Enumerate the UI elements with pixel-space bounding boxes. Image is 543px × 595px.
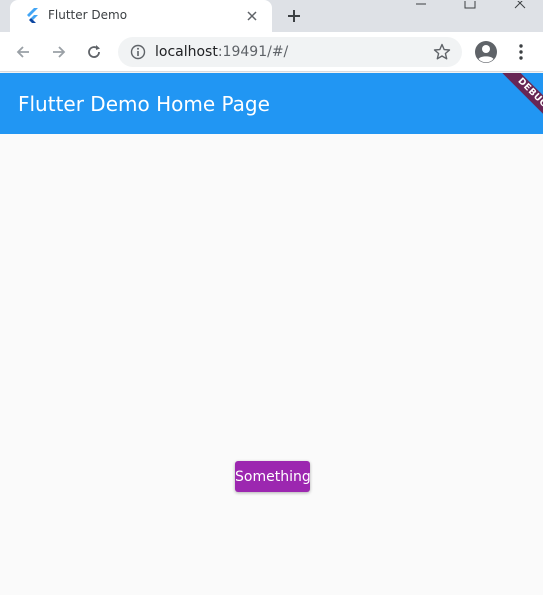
url-text[interactable]: localhost:19491/#/	[155, 44, 288, 60]
star-icon[interactable]	[432, 42, 452, 62]
browser-tabstrip: Flutter Demo	[0, 0, 543, 32]
plus-icon[interactable]	[282, 4, 306, 28]
page-title: Flutter Demo Home Page	[18, 92, 270, 116]
browser-toolbar: localhost:19491/#/	[0, 32, 543, 72]
arrow-right-icon[interactable]	[47, 40, 71, 64]
more-vert-icon[interactable]	[509, 40, 533, 64]
browser-tab[interactable]: Flutter Demo	[10, 0, 272, 32]
app-body	[0, 134, 543, 595]
something-button[interactable]: Something	[235, 461, 311, 492]
address-bar[interactable]: localhost:19491/#/	[118, 37, 462, 67]
flutter-logo-icon	[26, 8, 40, 24]
tab-title: Flutter Demo	[48, 8, 128, 22]
debug-banner: DEBUG	[483, 73, 543, 133]
app-bar: Flutter Demo Home Page	[0, 73, 543, 134]
maximize-icon[interactable]	[446, 0, 492, 12]
info-icon[interactable]	[130, 44, 146, 60]
reload-icon[interactable]	[82, 40, 106, 64]
url-path: :19491/#/	[217, 44, 289, 60]
close-icon[interactable]	[242, 6, 262, 26]
debug-banner-label: DEBUG	[495, 73, 543, 130]
window-close-icon[interactable]	[497, 0, 543, 12]
url-host: localhost	[155, 44, 218, 60]
minimize-icon[interactable]	[398, 0, 444, 12]
arrow-left-icon[interactable]	[11, 40, 35, 64]
account-circle-icon[interactable]	[474, 40, 498, 64]
